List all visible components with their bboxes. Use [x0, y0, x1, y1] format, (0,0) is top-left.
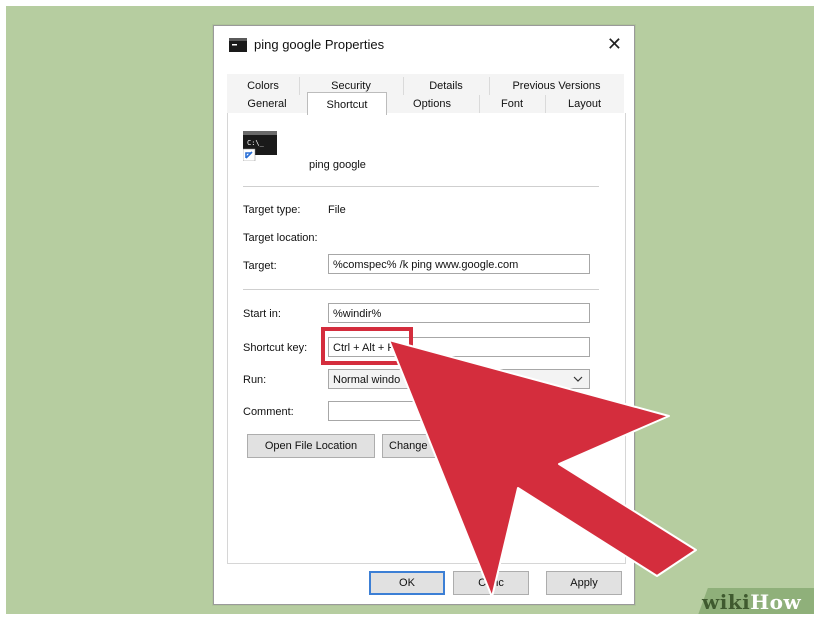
- background-frame: ping google Properties ✕ Colors Security…: [6, 6, 814, 614]
- watermark-part2: How: [750, 590, 802, 614]
- watermark-part1: wiki: [702, 590, 751, 614]
- pointer-arrow-icon: [388, 339, 697, 598]
- wikihow-watermark: wikiHow: [702, 590, 801, 614]
- tab-shortcut[interactable]: Shortcut: [307, 92, 387, 115]
